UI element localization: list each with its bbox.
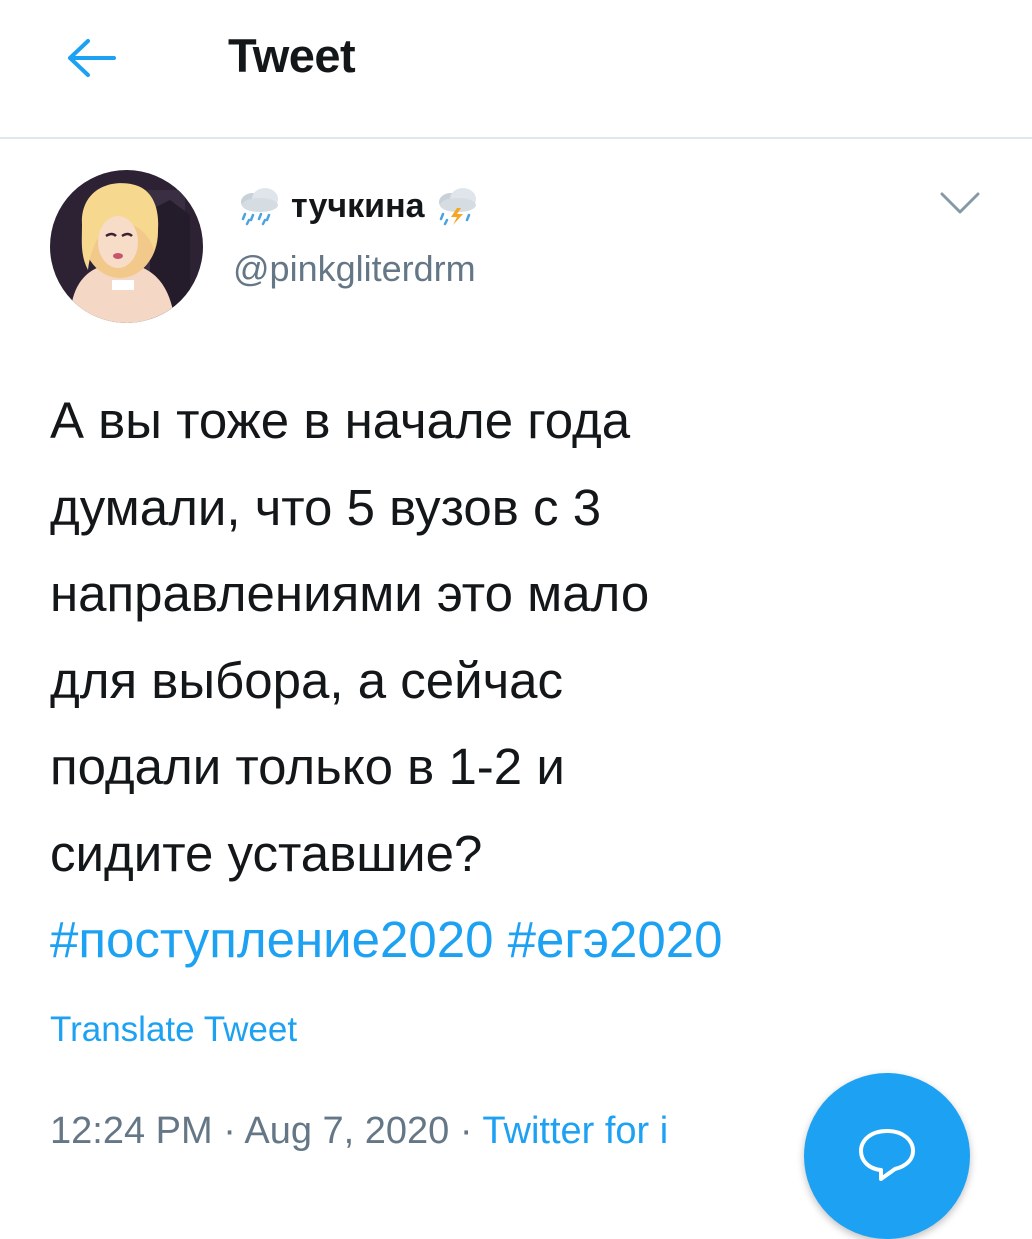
compose-reply-icon <box>859 1129 915 1181</box>
author-display-name: тучкина <box>291 186 425 225</box>
back-button[interactable] <box>62 28 122 88</box>
tweet-time: 12:24 PM <box>50 1110 213 1152</box>
tweet-date: Aug 7, 2020 <box>244 1110 450 1152</box>
meta-separator: · <box>223 1110 236 1152</box>
meta-separator: · <box>459 1110 473 1152</box>
tweet-line: подали только в 1-2 и <box>50 738 565 795</box>
hashtag-link[interactable]: #поступление2020 <box>50 911 494 968</box>
hashtag-line: #поступление2020 #егэ2020 <box>50 897 1000 984</box>
author-handle[interactable]: @pinkgliterdrm <box>233 248 476 290</box>
tweet-source-link[interactable]: Twitter for i <box>482 1110 668 1152</box>
chevron-down-icon[interactable] <box>938 186 982 222</box>
hashtag-link[interactable]: #егэ2020 <box>508 911 723 968</box>
translate-tweet-link[interactable]: Translate Tweet <box>50 1010 297 1050</box>
avatar[interactable] <box>50 170 203 323</box>
tweet-line: А вы тоже в начале года <box>50 392 631 449</box>
tweet-line: для выбора, а сейчас <box>50 651 564 709</box>
rain-cloud-icon <box>241 188 278 226</box>
reply-fab-button[interactable] <box>804 1073 970 1239</box>
storm-cloud-icon <box>438 188 476 226</box>
tweet-line: сидите уставшие? <box>50 824 483 882</box>
page-title: Tweet <box>228 29 356 82</box>
top-bar: Tweet <box>0 0 1032 139</box>
arrow-left-icon <box>68 39 116 77</box>
tweet-line: направлениями это мало <box>50 565 650 622</box>
tweet-meta: 12:24 PM · Aug 7, 2020 · Twitter for i <box>50 1110 668 1153</box>
tweet-text: А вы тоже в начале года думали, что 5 ву… <box>50 378 1000 984</box>
author-name-row[interactable]: тучкина <box>233 186 483 226</box>
tweet-line: думали, что 5 вузов с 3 <box>50 478 602 536</box>
